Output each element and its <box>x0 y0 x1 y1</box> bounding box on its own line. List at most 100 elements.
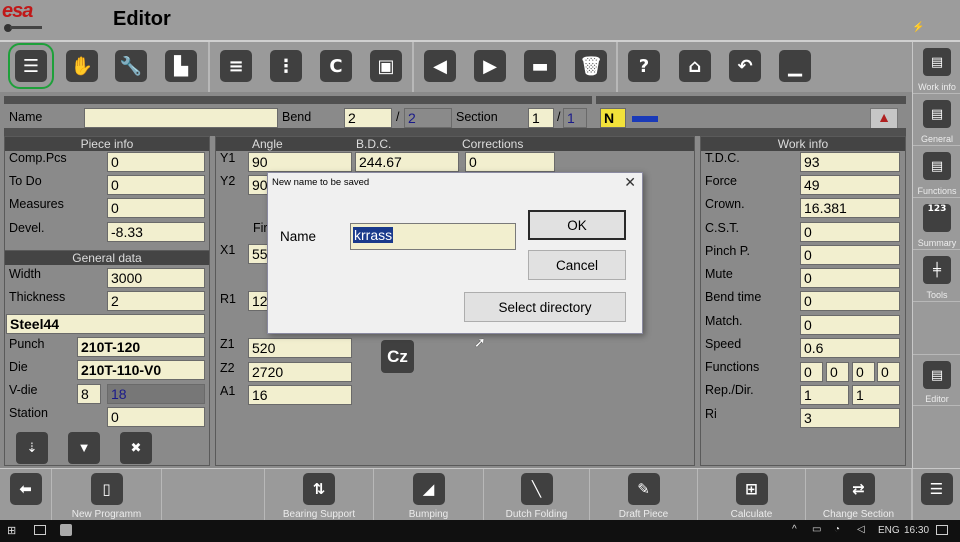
general-data-title: General data <box>5 251 209 265</box>
sidebar-item-summary[interactable]: 123 Summary <box>913 198 960 250</box>
bdc-header: B.D.C. <box>356 137 392 151</box>
function-field-3[interactable]: 0 <box>852 362 875 382</box>
help-icon[interactable]: ? <box>628 50 660 82</box>
sidebar-item-editor[interactable]: ▤ Editor <box>913 354 960 406</box>
v-die-field[interactable]: 8 <box>77 384 101 404</box>
back-button[interactable]: ⬅ <box>0 469 52 521</box>
functions-icon: ▤ <box>923 152 951 180</box>
program-name-field[interactable] <box>84 108 278 128</box>
document-icon[interactable]: ☰ <box>8 43 54 89</box>
hand-icon[interactable]: ✋ <box>66 50 98 82</box>
work-info-title: Work info <box>701 137 905 151</box>
wrench-icon[interactable]: 🔧 <box>115 50 147 82</box>
bend-time-field[interactable]: 0 <box>800 291 900 311</box>
new-programm-label: New Programm <box>71 509 142 520</box>
z1-field[interactable]: 520 <box>248 338 352 358</box>
sidebar-item-label: Tools <box>926 290 948 300</box>
draft-piece-button[interactable]: ✎ Draft Piece <box>590 469 698 521</box>
y1-angle-field[interactable]: 90 <box>248 152 352 172</box>
save-icon[interactable]: ▣ <box>370 50 402 82</box>
stack-icon[interactable]: ⋮ <box>270 50 302 82</box>
width-field[interactable]: 3000 <box>107 268 205 288</box>
layers-icon[interactable]: ≡ <box>220 50 252 82</box>
notifications-icon[interactable] <box>936 525 948 535</box>
mute-field[interactable]: 0 <box>800 268 900 288</box>
knife-tool-icon[interactable]: ▼ <box>68 432 100 464</box>
to-do-field[interactable]: 0 <box>107 175 205 195</box>
bumping-button[interactable]: ◢ Bumping <box>374 469 484 521</box>
app-title: Editor <box>113 8 171 30</box>
factory-icon[interactable]: ▙ <box>165 50 197 82</box>
v-die-selected-field[interactable]: 18 <box>107 384 205 404</box>
network-icon[interactable]: ▭ <box>812 524 821 535</box>
list-icon: ☰ <box>920 473 953 505</box>
function-field-4[interactable]: 0 <box>877 362 900 382</box>
section-field[interactable]: 1 <box>528 108 554 128</box>
sidebar-item-tools[interactable]: ╪ Tools <box>913 250 960 302</box>
dir-field[interactable]: 1 <box>852 385 900 405</box>
app-taskbar-icon[interactable] <box>60 524 72 536</box>
undo-icon[interactable]: ↶ <box>729 50 761 82</box>
clock[interactable]: 16:30 <box>904 525 929 536</box>
trash-icon[interactable]: 🗑 <box>575 50 607 82</box>
a1-field[interactable]: 16 <box>248 385 352 405</box>
z2-field[interactable]: 2720 <box>248 362 352 382</box>
cancel-button[interactable]: Cancel <box>528 250 626 280</box>
punch-field[interactable]: 210T-120 <box>77 337 205 357</box>
function-field-2[interactable]: 0 <box>826 362 849 382</box>
speed-field[interactable]: 0.6 <box>800 338 900 358</box>
language-indicator[interactable]: ENG <box>878 525 900 536</box>
machine-icon[interactable]: ▲ <box>870 108 898 130</box>
sidebar-item-general[interactable]: ▤ General <box>913 94 960 146</box>
task-view-icon[interactable] <box>34 525 46 535</box>
calculate-button[interactable]: ⊞ Calculate <box>698 469 806 521</box>
bottom-spacer <box>162 469 264 521</box>
pinch-p-field[interactable]: 0 <box>800 245 900 265</box>
measures-field[interactable]: 0 <box>107 198 205 218</box>
die-field[interactable]: 210T-110-V0 <box>77 360 205 380</box>
force-field[interactable]: 49 <box>800 175 900 195</box>
volume-icon[interactable]: ◁ <box>857 524 865 535</box>
select-directory-button[interactable]: Select directory <box>464 292 626 322</box>
arrow-right-icon[interactable]: ▶ <box>474 50 506 82</box>
cross-tool-icon[interactable]: ✖ <box>120 432 152 464</box>
rep-field[interactable]: 1 <box>800 385 849 405</box>
minimize-icon[interactable]: ▁ <box>779 50 811 82</box>
close-icon[interactable]: ✕ <box>624 174 636 191</box>
bend-field[interactable]: 2 <box>344 108 392 128</box>
list-button[interactable]: ☰ <box>912 469 960 521</box>
sidebar-item-work-info[interactable]: ▤ Work info <box>913 42 960 94</box>
tdc-field[interactable]: 93 <box>800 152 900 172</box>
dutch-folding-button[interactable]: ╲ Dutch Folding <box>484 469 590 521</box>
function-field-1[interactable]: 0 <box>800 362 823 382</box>
y1-label: Y1 <box>220 151 236 165</box>
change-section-button[interactable]: ⇄ Change Section <box>806 469 912 521</box>
match-field[interactable]: 0 <box>800 315 900 335</box>
arrow-left-icon[interactable]: ◀ <box>424 50 456 82</box>
material-field[interactable]: Steel44 <box>6 314 205 334</box>
home-icon[interactable]: ⌂ <box>679 50 711 82</box>
c-icon[interactable]: C <box>320 50 352 82</box>
chevron-up-icon[interactable]: ^ <box>792 524 797 535</box>
x1-label: X1 <box>220 243 236 257</box>
devel-field[interactable]: -8.33 <box>107 222 205 242</box>
windows-start-icon[interactable]: ⊞ <box>7 525 19 537</box>
punch-tool-icon[interactable]: ⇣ <box>16 432 48 464</box>
comp-pcs-field[interactable]: 0 <box>107 152 205 172</box>
y1-corrections-field[interactable]: 0 <box>465 152 555 172</box>
bearing-support-button[interactable]: ⇅ Bearing Support <box>264 469 374 521</box>
y1-bdc-field[interactable]: 244.67 <box>355 152 459 172</box>
new-programm-button[interactable]: ▯ New Programm <box>52 469 162 521</box>
thickness-field[interactable]: 2 <box>107 291 205 311</box>
station-field[interactable]: 0 <box>107 407 205 427</box>
crown-field[interactable]: 16.381 <box>800 198 900 218</box>
cz-button[interactable]: Cz <box>381 340 414 373</box>
sidebar-item-functions[interactable]: ▤ Functions <box>913 146 960 198</box>
wifi-icon[interactable]: ◔ <box>834 524 840 535</box>
minus-box-icon[interactable]: ▬ <box>524 50 556 82</box>
work-info-icon: ▤ <box>923 48 951 76</box>
cst-field[interactable]: 0 <box>800 222 900 242</box>
ok-button[interactable]: OK <box>528 210 626 240</box>
ri-field[interactable]: 3 <box>800 408 900 428</box>
dialog-name-input[interactable]: krrass <box>350 223 516 250</box>
